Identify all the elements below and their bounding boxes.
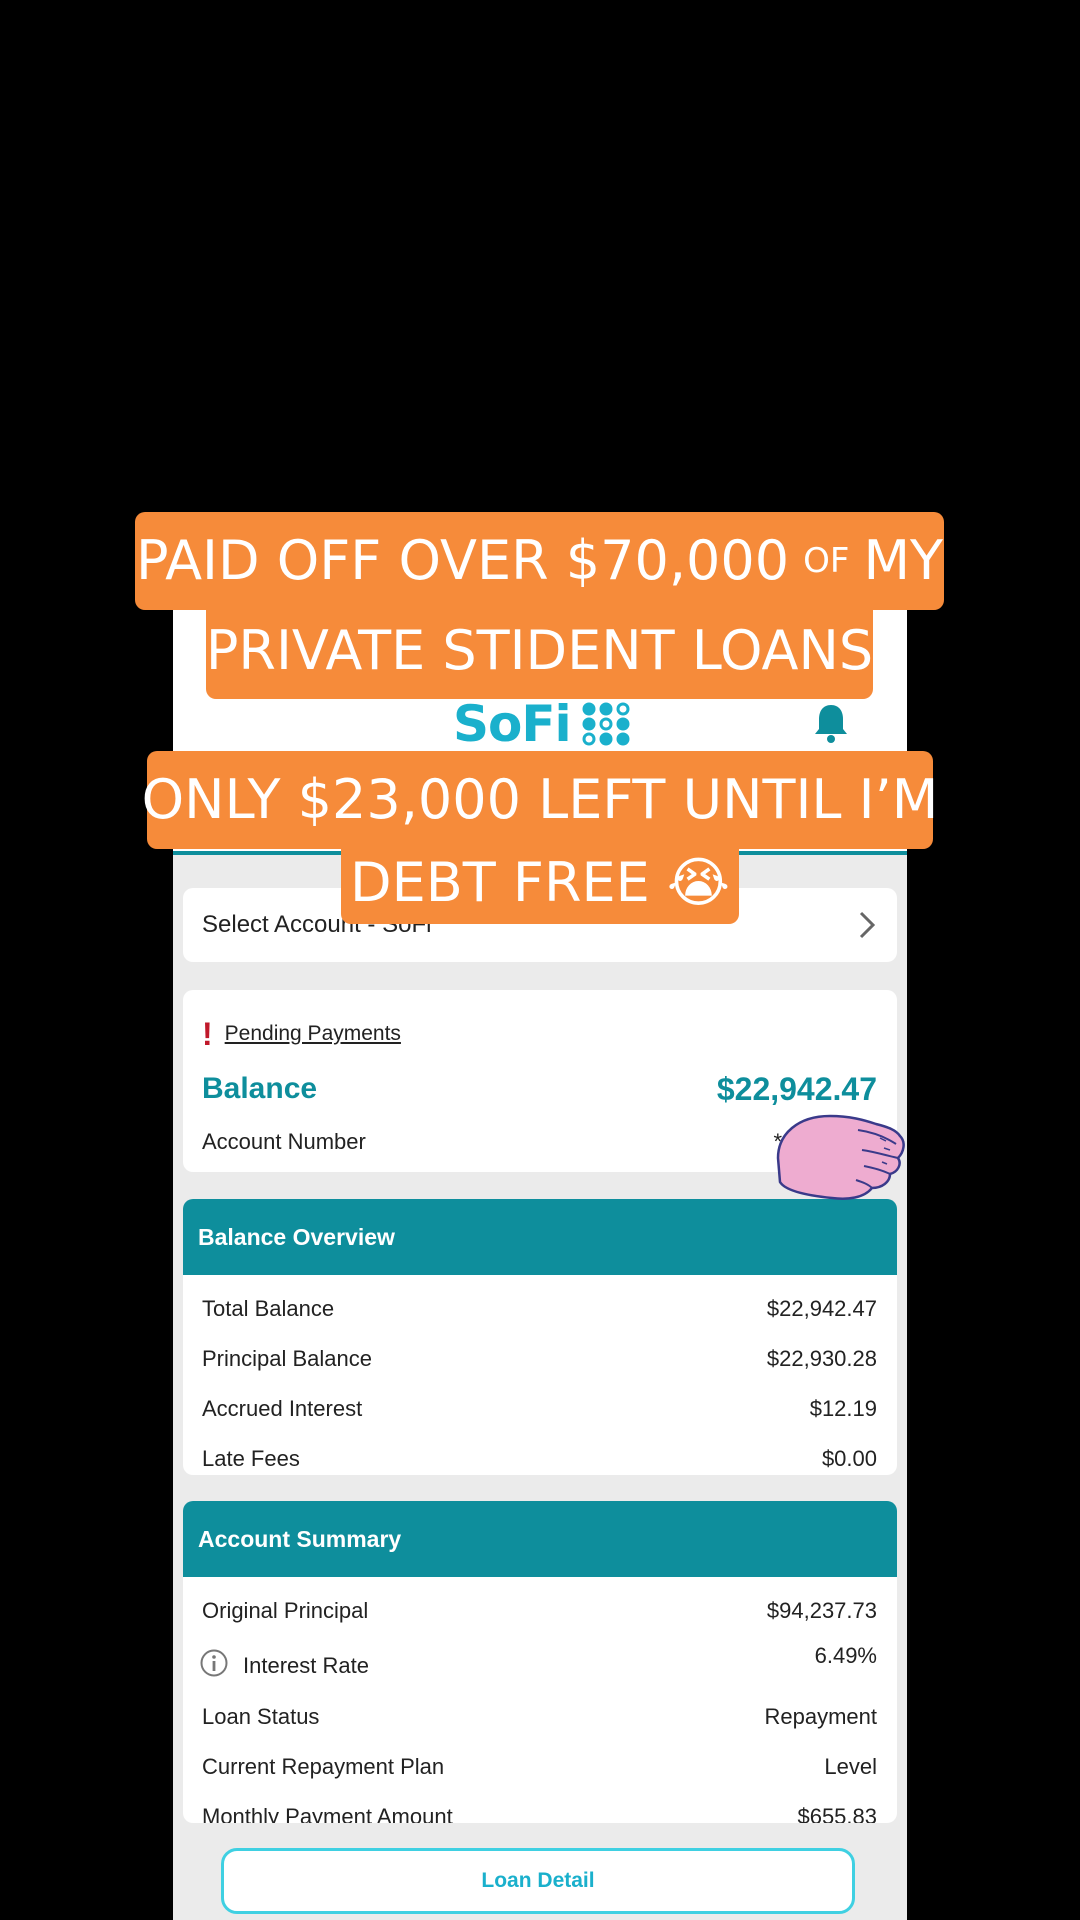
overview-row: Late Fees $0.00 (202, 1439, 877, 1475)
warning-icon: ! (202, 1015, 213, 1052)
principal-balance-value: $22,930.28 (766, 1346, 877, 1371)
hand-sticker (772, 1108, 908, 1209)
accrued-interest-label: Accrued Interest (202, 1396, 363, 1421)
loan-detail-button[interactable]: Loan Detail (221, 1848, 855, 1914)
summary-row: Monthly Payment Amount $655.83 (202, 1797, 877, 1823)
account-summary-title: Account Summary (183, 1501, 897, 1577)
monthly-payment-label: Monthly Payment Amount (202, 1804, 453, 1823)
caption-2-text-line-1: ONLY $23,000 LEFT UNTIL I’M (141, 768, 939, 831)
caption-1-text-b: OF (803, 541, 850, 581)
sofi-logo: SoFi (453, 695, 631, 753)
pending-payments-link[interactable]: Pending Payments (225, 1022, 401, 1046)
summary-row: Original Principal $94,237.73 (202, 1591, 877, 1631)
summary-row: Loan Status Repayment (202, 1697, 877, 1737)
balance-label: Balance (202, 1072, 318, 1105)
caption-2-line-2: DEBT FREE 😭 (341, 842, 739, 924)
total-balance-label: Total Balance (202, 1296, 335, 1321)
overview-row: Principal Balance $22,930.28 (202, 1339, 877, 1379)
accrued-interest-value: $12.19 (809, 1396, 877, 1421)
total-balance-value: $22,942.47 (766, 1296, 877, 1321)
repayment-plan-label: Current Repayment Plan (202, 1754, 445, 1779)
chevron-right-icon (859, 911, 876, 939)
interest-rate-label: Interest Rate (243, 1653, 369, 1678)
bell-icon (815, 705, 847, 743)
overview-row: Total Balance $22,942.47 (202, 1289, 877, 1329)
original-principal-label: Original Principal (202, 1598, 369, 1623)
info-icon[interactable] (199, 1648, 229, 1684)
caption-2-text-line-2: DEBT FREE 😭 (350, 851, 730, 914)
video-frame: SoFi Select Account - SoFi ! Pending Pay… (0, 0, 1080, 1920)
late-fees-value: $0.00 (821, 1446, 877, 1471)
notification-bell-button[interactable] (813, 702, 849, 749)
original-principal-value: $94,237.73 (766, 1598, 877, 1623)
monthly-payment-value: $655.83 (797, 1804, 877, 1823)
caption-1-text-line-2: PRIVATE STIDENT LOANS (205, 619, 874, 682)
repayment-plan-value: Level (824, 1754, 877, 1779)
principal-balance-label: Principal Balance (202, 1346, 372, 1371)
account-number-label: Account Number (202, 1129, 366, 1154)
caption-2-line-1: ONLY $23,000 LEFT UNTIL I’M (142, 751, 938, 849)
summary-row: Current Repayment Plan Level (202, 1747, 877, 1787)
balance-overview-title: Balance Overview (183, 1199, 897, 1275)
caption-1-text-a: PAID OFF OVER $70,000 (135, 529, 790, 592)
sofi-dots-icon (582, 702, 630, 746)
summary-row: Interest Rate 6.49% (199, 1641, 877, 1691)
balance-overview-card: Balance Overview Total Balance $22,942.4… (183, 1199, 897, 1475)
caption-1-line-2: PRIVATE STIDENT LOANS (206, 603, 873, 699)
interest-rate-value: 6.49% (814, 1643, 877, 1668)
sofi-logo-text: SoFi (453, 695, 572, 753)
caption-1-text-c: MY (863, 529, 944, 592)
balance-value: $22,942.47 (716, 1070, 877, 1107)
interest-rate-label-group: Interest Rate (199, 1648, 369, 1684)
loan-status-label: Loan Status (202, 1704, 320, 1729)
late-fees-label: Late Fees (202, 1446, 300, 1471)
loan-status-value: Repayment (764, 1704, 877, 1729)
overview-row: Accrued Interest $12.19 (202, 1389, 877, 1429)
caption-1-line-1: PAID OFF OVER $70,000 OF MY (135, 512, 944, 610)
account-summary-card: Account Summary Original Principal $94,2… (183, 1501, 897, 1823)
